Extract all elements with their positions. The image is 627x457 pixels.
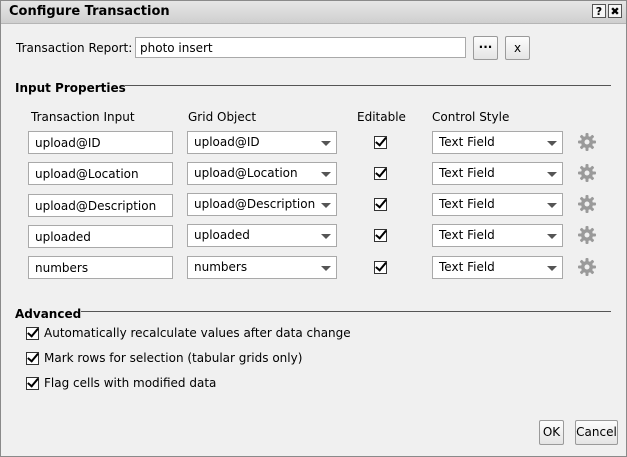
chevron-down-icon [547,266,557,271]
help-button[interactable]: ? [592,4,606,18]
editable-checkbox[interactable] [374,198,387,211]
chevron-down-icon [321,203,331,208]
select-value: uploaded [194,228,250,242]
advanced-heading: Advanced [15,307,82,321]
ok-button[interactable]: OK [539,420,564,445]
chevron-down-icon [547,203,557,208]
grid-object-select[interactable]: upload@Location [187,162,337,185]
gear-icon[interactable] [577,132,597,152]
field-value: numbers [35,261,89,275]
field-value: upload@Location [35,167,139,181]
select-value: Text Field [439,166,495,180]
chevron-down-icon [547,234,557,239]
gear-icon[interactable] [577,194,597,214]
control-style-select[interactable]: Text Field [432,162,563,185]
input-properties-heading: Input Properties [15,81,126,95]
section-divider [125,85,611,86]
select-value: Text Field [439,228,495,242]
select-value: numbers [194,260,248,274]
gear-icon[interactable] [577,163,597,183]
chevron-down-icon [547,172,557,177]
recalculate-label: Automatically recalculate values after d… [44,326,351,340]
transaction-input-field[interactable]: upload@ID [28,131,173,154]
header-control-style: Control Style [432,110,510,124]
control-style-select[interactable]: Text Field [432,256,563,279]
field-value: upload@Description [35,199,157,213]
header-editable: Editable [357,110,406,124]
cancel-button[interactable]: Cancel [575,420,618,445]
field-value: upload@ID [35,136,101,150]
header-grid-object: Grid Object [188,110,257,124]
transaction-input-field[interactable]: numbers [28,256,173,279]
mark-rows-checkbox[interactable] [26,352,39,365]
editable-checkbox[interactable] [374,167,387,180]
title-bar: Configure Transaction ? ✖ [1,1,626,24]
transaction-input-field[interactable]: upload@Location [28,162,173,185]
editable-checkbox[interactable] [374,229,387,242]
editable-checkbox[interactable] [374,261,387,274]
chevron-down-icon [547,141,557,146]
gear-icon[interactable] [577,225,597,245]
select-value: upload@ID [194,135,260,149]
chevron-down-icon [321,141,331,146]
clear-report-button[interactable]: x [505,36,530,60]
transaction-input-field[interactable]: uploaded [28,225,173,248]
control-style-select[interactable]: Text Field [432,193,563,216]
chevron-down-icon [321,266,331,271]
chevron-down-icon [321,172,331,177]
flag-cells-label: Flag cells with modified data [44,376,217,390]
chevron-down-icon [321,234,331,239]
editable-checkbox[interactable] [374,136,387,149]
select-value: upload@Location [194,166,298,180]
dialog-title: Configure Transaction [9,4,170,19]
header-transaction-input: Transaction Input [31,110,135,124]
transaction-input-field[interactable]: upload@Description [28,194,173,217]
flag-cells-checkbox[interactable] [26,377,39,390]
field-value: uploaded [35,230,91,244]
grid-object-select[interactable]: upload@ID [187,131,337,154]
grid-object-select[interactable]: upload@Description [187,193,337,216]
control-style-select[interactable]: Text Field [432,131,563,154]
grid-object-select[interactable]: numbers [187,256,337,279]
transaction-report-input[interactable] [135,37,466,58]
transaction-report-label: Transaction Report: [16,41,133,55]
control-style-select[interactable]: Text Field [432,224,563,247]
select-value: Text Field [439,260,495,274]
select-value: upload@Description [194,197,316,211]
grid-object-select[interactable]: uploaded [187,224,337,247]
select-value: Text Field [439,197,495,211]
browse-report-button[interactable]: ··· [473,36,498,60]
close-button[interactable]: ✖ [608,4,622,18]
mark-rows-label: Mark rows for selection (tabular grids o… [44,351,303,365]
gear-icon[interactable] [577,257,597,277]
configure-transaction-dialog: Configure Transaction ? ✖ Transaction Re… [0,0,627,457]
section-divider [81,311,611,312]
recalculate-checkbox[interactable] [26,327,39,340]
select-value: Text Field [439,135,495,149]
